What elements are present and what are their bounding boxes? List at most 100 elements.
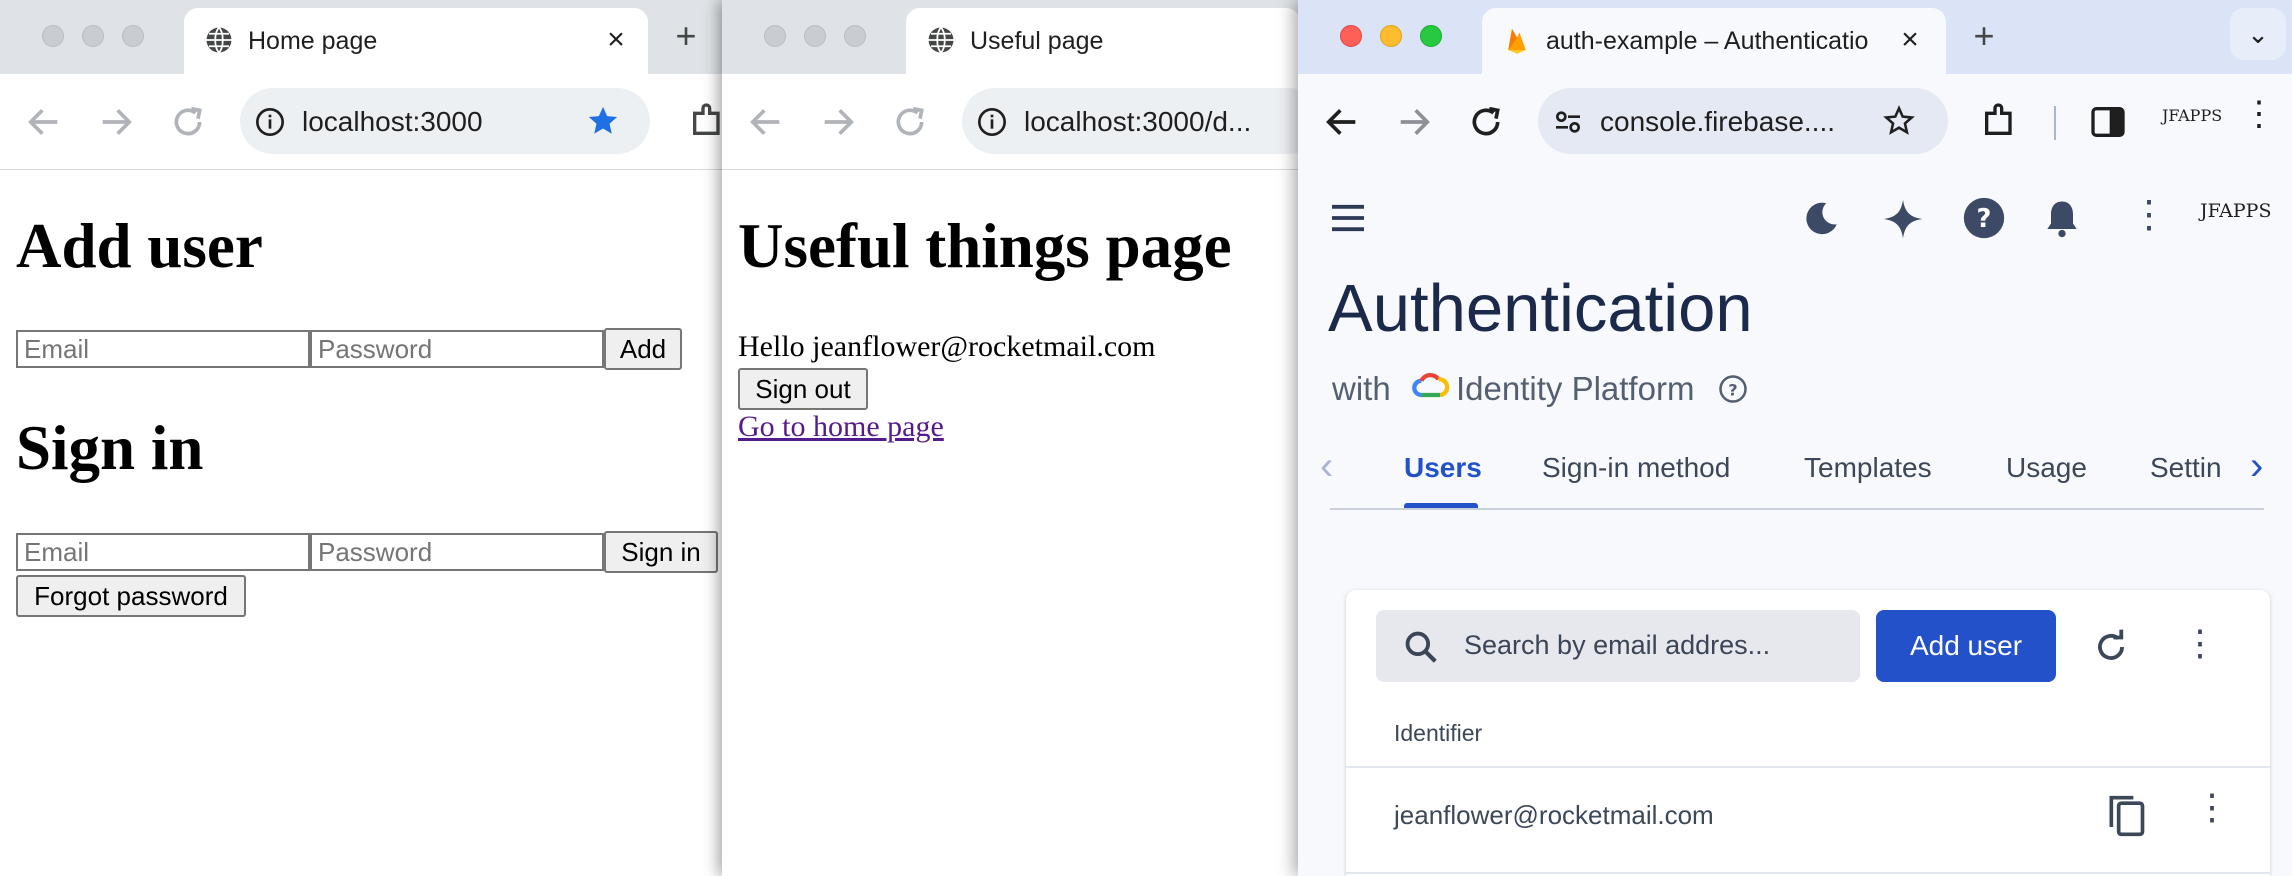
bookmark-star-icon[interactable] (586, 104, 620, 138)
window-minimize-control[interactable] (1380, 25, 1402, 47)
tab-templates[interactable]: Templates (1804, 452, 1932, 484)
header-divider (1346, 766, 2270, 768)
home-page-content: Add user Email Password Add Sign in Emai… (0, 170, 722, 876)
tabs-scroll-left-icon[interactable]: ‹ (1320, 444, 1333, 489)
site-info-icon[interactable] (254, 106, 286, 138)
search-input[interactable]: Search by email addres... (1376, 610, 1860, 682)
forward-icon[interactable] (1394, 102, 1434, 142)
back-icon[interactable] (24, 102, 64, 142)
address-bar[interactable]: console.firebase.... (1538, 88, 1948, 154)
useful-page-content: Useful things page Hello jeanflower@rock… (722, 170, 1300, 876)
go-home-link[interactable]: Go to home page (738, 410, 944, 444)
tab-useful-page[interactable]: Useful page (906, 8, 1300, 74)
window-zoom-control[interactable] (122, 25, 144, 47)
firebase-flame-icon (1508, 28, 1526, 54)
new-tab-icon[interactable]: + (1966, 18, 2002, 54)
tab-strip: Useful page (722, 0, 1300, 74)
row-more-options-icon[interactable]: ⋮ (2194, 786, 2230, 828)
extensions-icon[interactable] (1980, 100, 2020, 140)
window-minimize-control[interactable] (82, 25, 104, 47)
tab-home-page[interactable]: Home page × (184, 8, 648, 74)
add-email-input[interactable]: Email (16, 330, 310, 368)
dark-mode-moon-icon[interactable] (1800, 198, 1842, 240)
toolbar: localhost:3000 (0, 74, 722, 170)
search-icon (1405, 631, 1437, 663)
browser-window-useful: Useful page localhost:3000/d... Useful t… (722, 0, 1300, 876)
useful-things-heading: Useful things page (738, 211, 1232, 281)
url-text: console.firebase.... (1600, 106, 1836, 137)
tabs-scroll-right-icon[interactable]: › (2250, 444, 2263, 489)
toolbar: localhost:3000/d... (722, 74, 1300, 170)
url-text: localhost:3000/d... (1024, 106, 1252, 137)
tab-sign-in-method[interactable]: Sign-in method (1542, 452, 1730, 484)
card-more-options-icon[interactable]: ⋮ (2182, 622, 2218, 664)
user-identifier: jeanflower@rocketmail.com (1394, 800, 1714, 830)
column-header-identifier: Identifier (1394, 720, 1483, 746)
tab-strip: auth-example – Authenticatio × + ⌄ (1298, 0, 2292, 74)
svg-text:?: ? (1977, 204, 1992, 234)
globe-icon (928, 26, 954, 54)
tab-close-icon[interactable]: × (600, 24, 632, 56)
sign-out-button[interactable]: Sign out (738, 368, 868, 410)
google-cloud-icon (1412, 372, 1450, 398)
side-panel-icon[interactable] (2088, 102, 2128, 142)
toolbar: console.firebase.... JFAPPS ⋮ (1298, 74, 2292, 169)
window-zoom-control[interactable] (844, 25, 866, 47)
tabs-underline (1330, 508, 2264, 510)
globe-icon (206, 26, 232, 54)
svg-text:?: ? (1728, 380, 1737, 399)
forward-icon[interactable] (818, 102, 858, 142)
reload-icon[interactable] (1466, 102, 1506, 142)
add-password-input[interactable]: Password (310, 330, 604, 368)
back-icon[interactable] (746, 102, 786, 142)
forward-icon[interactable] (96, 102, 136, 142)
signin-password-input[interactable]: Password (310, 533, 604, 571)
tab-close-icon[interactable]: × (1894, 24, 1926, 56)
tab-firebase-auth[interactable]: auth-example – Authenticatio × (1482, 8, 1946, 74)
greeting-text: Hello jeanflower@rocketmail.com (738, 330, 1156, 363)
back-icon[interactable] (1322, 102, 1362, 142)
address-bar[interactable]: localhost:3000 (240, 88, 650, 154)
window-close-control[interactable] (42, 25, 64, 47)
window-zoom-control[interactable] (1420, 25, 1442, 47)
account-avatar[interactable]: JFAPPS (2200, 200, 2271, 222)
reload-icon[interactable] (168, 102, 208, 142)
tab-users[interactable]: Users (1404, 452, 1482, 484)
chrome-menu-icon[interactable]: ⋮ (2242, 94, 2276, 134)
signin-email-input[interactable]: Email (16, 533, 310, 571)
active-tab-indicator (1404, 503, 1478, 508)
tab-title: auth-example – Authenticatio (1546, 27, 1869, 55)
address-bar[interactable]: localhost:3000/d... (962, 88, 1300, 154)
window-close-control[interactable] (1340, 25, 1362, 47)
with-label: with (1332, 370, 1391, 407)
identity-platform-label: Identity Platform (1456, 370, 1695, 407)
add-button[interactable]: Add (604, 328, 682, 370)
site-settings-icon[interactable] (1552, 106, 1584, 138)
reload-icon[interactable] (890, 102, 930, 142)
profile-avatar[interactable]: JFAPPS (2162, 106, 2222, 125)
bookmark-star-icon[interactable] (1882, 104, 1916, 138)
add-user-button[interactable]: Add user (1876, 610, 2056, 682)
copy-icon[interactable] (2104, 792, 2148, 840)
site-info-icon[interactable] (976, 106, 1008, 138)
gemini-sparkle-icon[interactable] (1882, 198, 1924, 240)
tab-search-chevron-icon[interactable]: ⌄ (2230, 8, 2286, 60)
browser-window-home: Home page × + localhost:3000 Add user Em… (0, 0, 722, 876)
refresh-icon[interactable] (2092, 628, 2130, 666)
row-divider (1346, 872, 2270, 874)
toolbar-divider (2054, 106, 2056, 140)
tab-usage[interactable]: Usage (2006, 452, 2087, 484)
new-tab-icon[interactable]: + (668, 18, 704, 54)
tab-title: Useful page (970, 27, 1104, 55)
tab-settings[interactable]: Settin (2150, 452, 2222, 484)
help-icon[interactable]: ? (1962, 196, 2006, 240)
notifications-bell-icon[interactable] (2040, 196, 2084, 240)
sign-in-button[interactable]: Sign in (604, 531, 718, 573)
info-help-icon[interactable]: ? (1718, 374, 1748, 404)
forgot-password-button[interactable]: Forgot password (16, 575, 246, 617)
window-minimize-control[interactable] (804, 25, 826, 47)
extensions-icon[interactable] (688, 100, 722, 140)
window-close-control[interactable] (764, 25, 786, 47)
more-options-icon[interactable]: ⋮ (2130, 192, 2168, 237)
hamburger-menu-icon[interactable] (1328, 202, 1368, 234)
